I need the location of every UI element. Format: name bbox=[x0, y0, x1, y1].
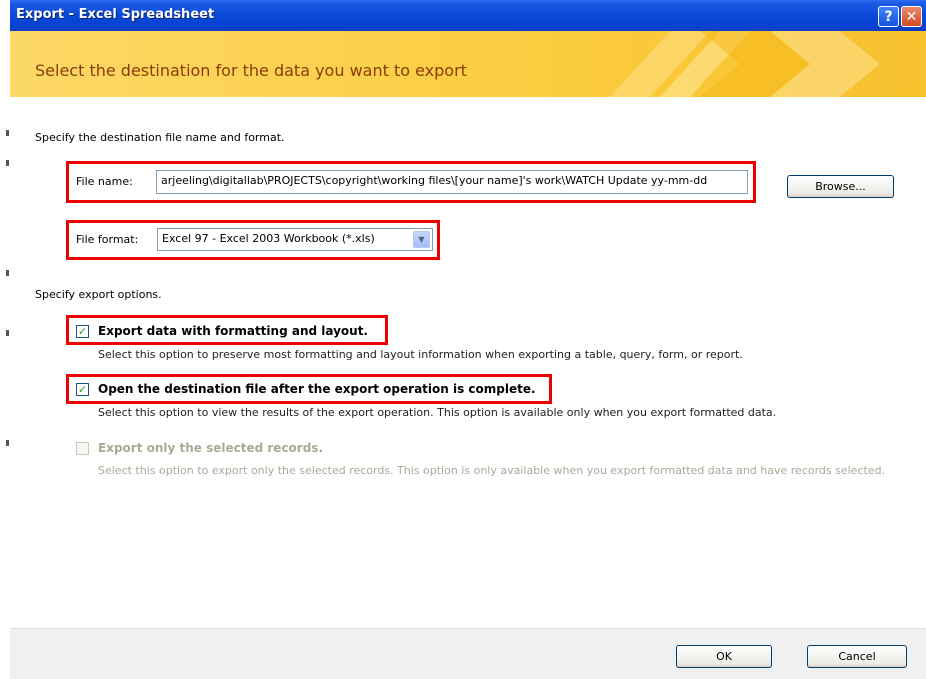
window-title: Export - Excel Spreadsheet bbox=[16, 7, 215, 22]
export-selected-checkbox[interactable] bbox=[76, 442, 89, 455]
check-icon: ✓ bbox=[77, 325, 88, 338]
options-instruction: Specify export options. bbox=[35, 288, 162, 301]
export-selected-description: Select this option to export only the se… bbox=[98, 464, 886, 477]
chevron-down-icon[interactable]: ▼ bbox=[413, 231, 430, 248]
close-icon: ✕ bbox=[905, 8, 918, 25]
file-format-label: File format: bbox=[76, 233, 139, 246]
export-formatting-description: Select this option to preserve most form… bbox=[98, 348, 743, 361]
export-formatting-checkbox[interactable]: ✓ bbox=[76, 325, 89, 338]
open-destination-description: Select this option to view the results o… bbox=[98, 406, 777, 419]
dialog-content: Specify the destination file name and fo… bbox=[10, 97, 926, 679]
file-format-select[interactable]: Excel 97 - Excel 2003 Workbook (*.xls) ▼ bbox=[157, 228, 433, 251]
export-formatting-label[interactable]: Export data with formatting and layout. bbox=[98, 324, 368, 338]
file-name-label: File name: bbox=[76, 175, 133, 188]
background-tick bbox=[6, 330, 9, 336]
banner-heading: Select the destination for the data you … bbox=[35, 61, 467, 80]
ok-button[interactable]: OK bbox=[676, 645, 772, 668]
export-dialog: Export - Excel Spreadsheet ? ✕ Select th… bbox=[10, 0, 926, 679]
help-button[interactable]: ? bbox=[878, 6, 899, 27]
export-selected-label: Export only the selected records. bbox=[98, 441, 324, 455]
open-destination-checkbox[interactable]: ✓ bbox=[76, 383, 89, 396]
header-banner: Select the destination for the data you … bbox=[10, 31, 926, 98]
help-icon: ? bbox=[884, 8, 893, 25]
open-destination-label[interactable]: Open the destination file after the expo… bbox=[98, 382, 536, 396]
background-tick bbox=[6, 440, 9, 446]
background-tick bbox=[6, 130, 9, 136]
file-format-value: Excel 97 - Excel 2003 Workbook (*.xls) bbox=[162, 232, 375, 245]
close-button[interactable]: ✕ bbox=[901, 6, 922, 27]
browse-button[interactable]: Browse... bbox=[787, 175, 894, 198]
file-name-input[interactable]: arjeeling\digitallab\PROJECTS\copyright\… bbox=[156, 170, 748, 194]
background-tick bbox=[6, 160, 9, 166]
title-bar: Export - Excel Spreadsheet ? ✕ bbox=[10, 0, 926, 31]
destination-instruction: Specify the destination file name and fo… bbox=[35, 131, 285, 144]
background-tick bbox=[6, 270, 9, 276]
cancel-button[interactable]: Cancel bbox=[807, 645, 907, 668]
check-icon: ✓ bbox=[77, 383, 88, 396]
dialog-footer: OK Cancel bbox=[10, 628, 926, 679]
